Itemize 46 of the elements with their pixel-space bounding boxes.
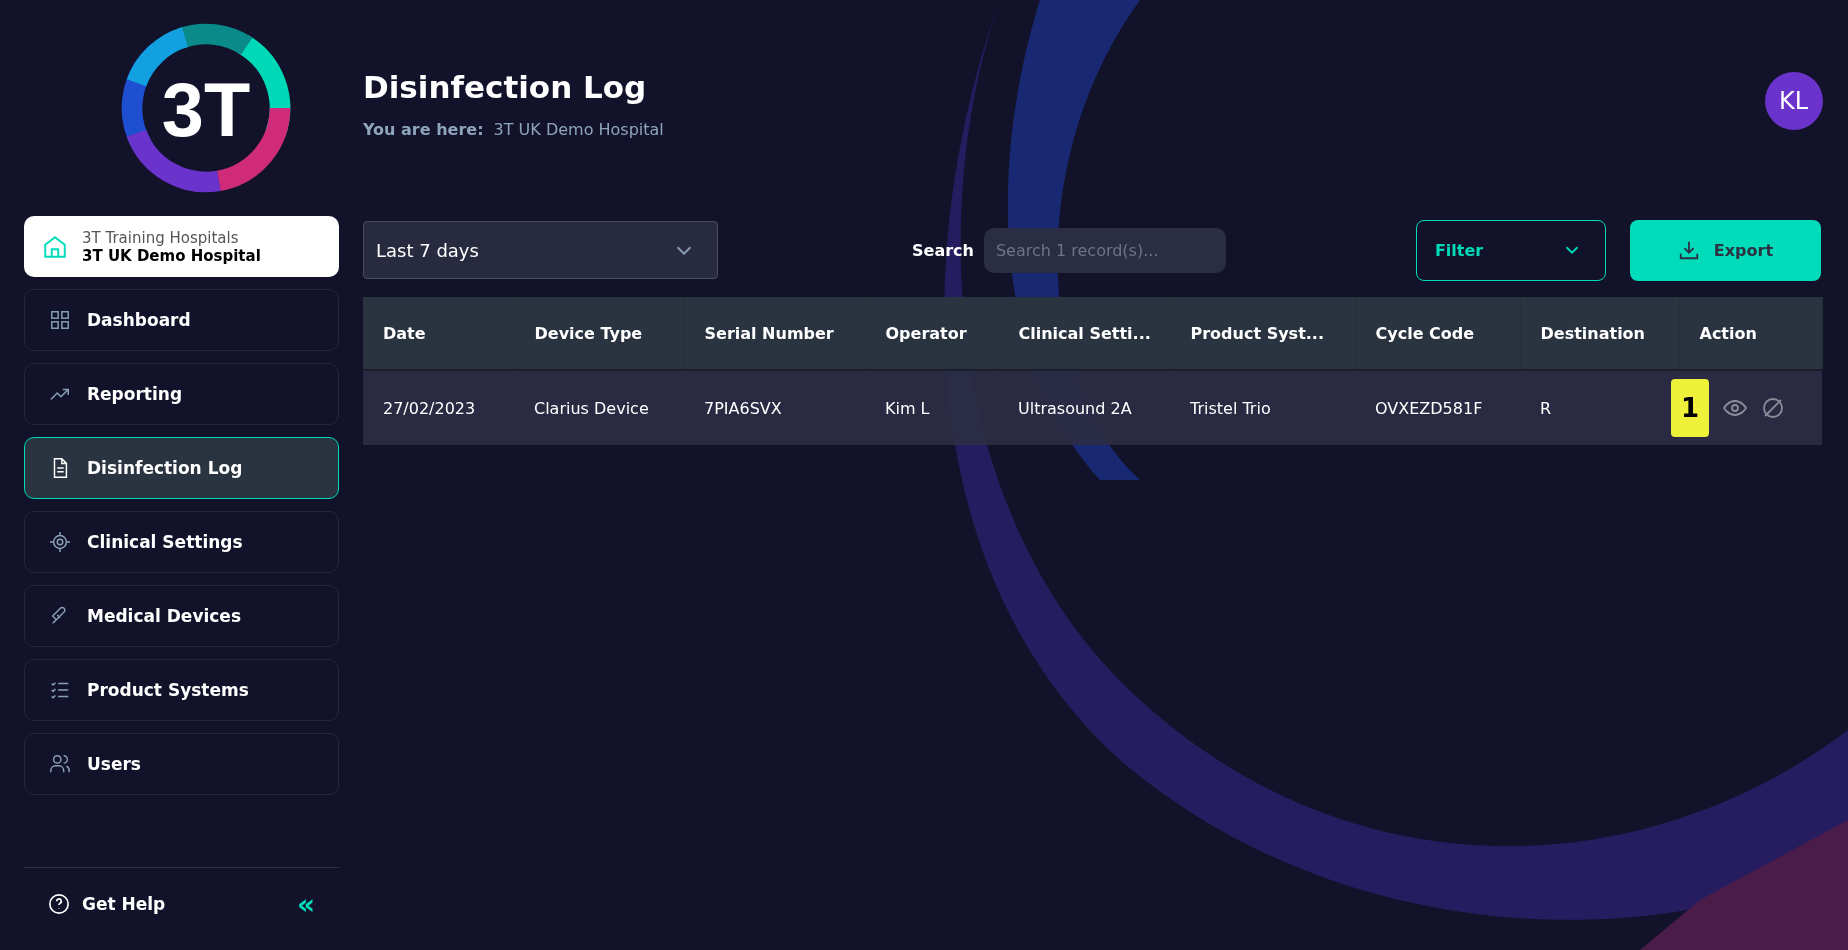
table-cell: Tristel Trio [1170,370,1355,445]
search-field[interactable]: Search 1 record(s)... [983,227,1226,273]
nav-item[interactable]: Users [24,733,339,795]
column-header: Serial Number [684,297,865,370]
get-help-link[interactable]: Get Help [48,893,297,915]
table-cell: Clarius Device [514,370,684,445]
hospital-group: 3T Training Hospitals [82,228,261,247]
void-icon[interactable] [1761,396,1785,420]
help-icon [48,893,70,915]
column-header: Date [363,297,514,370]
hospital-selector[interactable]: 3T Training Hospitals 3T UK Demo Hospital [24,216,339,277]
table-cell: 7PIA6SVX [684,370,865,445]
nav-item[interactable]: Product Systems [24,659,339,721]
table-cell: OVXEZD581F [1355,370,1520,445]
search-label: Search [912,240,974,260]
nav-item[interactable]: Disinfection Log [24,437,339,499]
column-header: Cycle Code [1355,297,1520,370]
table-cell: Kim L [865,370,998,445]
hospital-name: 3T UK Demo Hospital [82,246,261,265]
column-header: Action [1679,297,1822,370]
table-cell: R [1520,370,1679,445]
logo: 3T [120,22,292,194]
nav-item[interactable]: Dashboard [24,289,339,351]
count-badge: 1 [1671,379,1709,437]
collapse-button[interactable]: « [296,887,315,921]
export-button[interactable]: Export [1629,219,1821,281]
breadcrumb-link[interactable]: 3T UK Demo Hospital [493,120,664,139]
table-cell: 27/02/2023 [363,370,514,445]
grid-icon [49,309,71,331]
nav-item[interactable]: Medical Devices [24,585,339,647]
column-header: Product Syst... [1170,297,1355,370]
users-icon [49,753,71,775]
nav-item[interactable]: Reporting [24,363,339,425]
filter-dropdown[interactable]: Filter [1415,219,1606,281]
download-icon [1677,239,1700,261]
page-title: Disinfection Log [363,68,648,106]
breadcrumb-label: You are here: [363,120,484,139]
column-header: Destination [1520,297,1679,370]
period-dropdown[interactable]: Last 7 days [363,221,718,279]
column-header: Clinical Setti... [998,297,1170,370]
table-cell: Ultrasound 2A [998,370,1170,445]
target-icon [49,531,71,553]
column-header: Device Type [514,297,684,370]
home-icon [42,233,68,260]
column-header: Operator [865,297,998,370]
nav-item[interactable]: Clinical Settings [24,511,339,573]
